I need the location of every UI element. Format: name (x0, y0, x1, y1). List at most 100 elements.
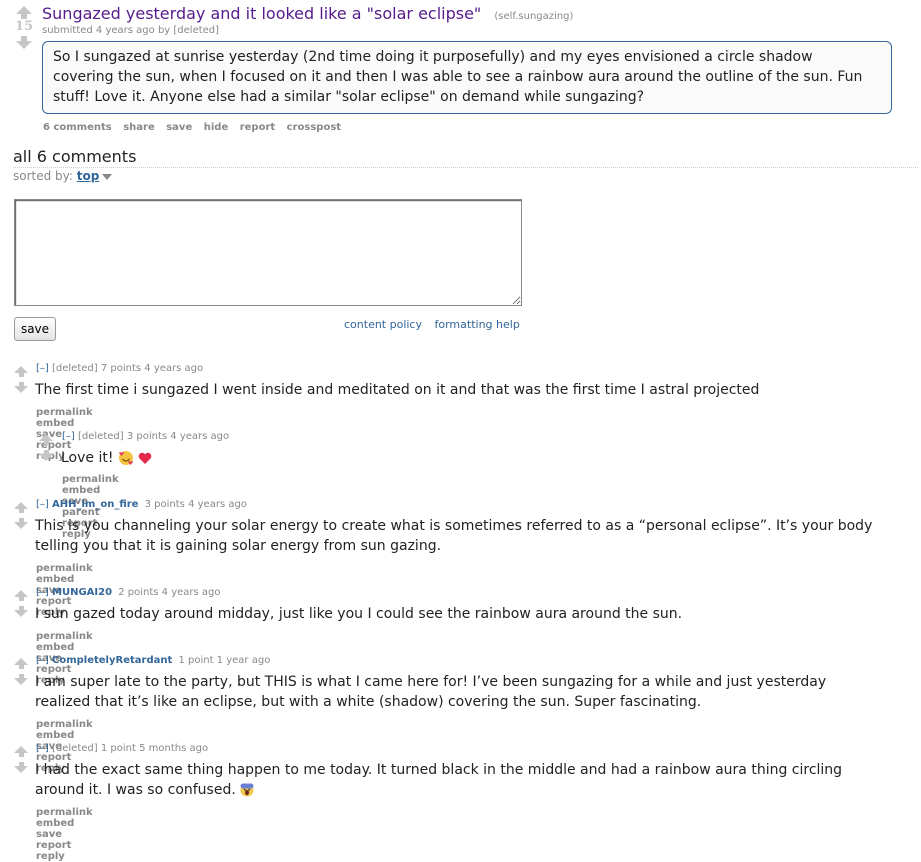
comment-vote (13, 658, 29, 685)
form-links: content policy formatting help (344, 318, 529, 331)
permalink-button[interactable]: permalink (36, 563, 93, 574)
upvote-arrow-icon[interactable] (13, 366, 29, 377)
downvote-arrow-icon[interactable] (13, 606, 29, 617)
comment-vote (13, 502, 29, 529)
embed-button[interactable]: embed (36, 574, 74, 585)
report-button[interactable]: report (240, 122, 275, 133)
embed-button[interactable]: embed (36, 818, 74, 829)
collapse-toggle[interactable]: [–] (62, 431, 75, 442)
red-heart-emoji (139, 452, 152, 464)
save-button[interactable]: save (36, 829, 62, 840)
comments-title: all 6 comments (13, 147, 137, 166)
collapse-toggle[interactable]: [–] (36, 743, 49, 754)
save-post-button[interactable]: save (166, 122, 192, 133)
permalink-button[interactable]: permalink (36, 807, 93, 818)
comment-tagline: [–] AHH_im_on_fire 3 points 4 years ago (36, 499, 247, 510)
comment-age: 4 years ago (188, 499, 247, 510)
hide-button[interactable]: hide (204, 122, 229, 133)
embed-button[interactable]: embed (36, 730, 74, 741)
embed-button[interactable]: embed (62, 485, 100, 496)
downvote-arrow-icon[interactable] (14, 36, 34, 49)
comment-author[interactable]: AHH_im_on_fire (52, 499, 138, 510)
sort-control: sorted by: top (13, 169, 113, 183)
crosspost-button[interactable]: crosspost (287, 122, 341, 133)
upvote-arrow-icon[interactable] (14, 6, 34, 19)
post-buttons: 6 comments share save hide report crossp… (43, 122, 349, 133)
downvote-arrow-icon[interactable] (13, 382, 29, 393)
permalink-button[interactable]: permalink (62, 474, 119, 485)
comment-vote (13, 746, 29, 773)
comment-age: 5 months ago (139, 743, 209, 754)
comments-link[interactable]: 6 comments (43, 122, 112, 133)
post-selftext: So I sungazed at sunrise yesterday (2nd … (42, 41, 892, 114)
comment-age: 1 year ago (216, 655, 271, 666)
embed-button[interactable]: embed (36, 642, 74, 653)
downvote-arrow-icon[interactable] (13, 674, 29, 685)
comment-author[interactable]: MUNGAI20 (52, 587, 112, 598)
comment-body: This is you channeling your solar energy… (35, 518, 873, 554)
post-vote: 15 (14, 6, 34, 49)
permalink-button[interactable]: permalink (36, 407, 93, 418)
post-score: 15 (14, 19, 34, 34)
post-tagline: submitted 4 years ago by [deleted] (42, 25, 220, 36)
comment-tagline: [–] [deleted] 3 points 4 years ago (62, 431, 229, 442)
upvote-arrow-icon[interactable] (13, 658, 29, 669)
comment-points: 2 points (118, 587, 159, 598)
share-button[interactable]: share (123, 122, 155, 133)
downvote-arrow-icon[interactable] (13, 762, 29, 773)
upvote-arrow-icon[interactable] (13, 746, 29, 757)
comment-points: 7 points (100, 363, 142, 374)
smiling-face-with-hearts-emoji (118, 451, 133, 465)
sort-dropdown[interactable]: top (77, 169, 100, 183)
divider (13, 167, 918, 168)
comment-vote (38, 434, 54, 461)
comment-author: [deleted] (52, 363, 98, 374)
comment-vote (13, 366, 29, 393)
comment-body: I sun gazed today around midday, just li… (35, 606, 683, 622)
caret-down-icon[interactable] (102, 173, 113, 180)
face-screaming-emoji (240, 783, 254, 797)
comment-age: 4 years ago (161, 587, 221, 598)
comment-tagline: [–] [deleted] 1 point 5 months ago (36, 743, 208, 754)
comment-buttons: permalink embed save report reply (36, 807, 101, 862)
comment-body: Love it! (61, 450, 114, 466)
comment-tagline: [–] MUNGAI20 2 points 4 years ago (36, 587, 221, 598)
comment-body-wrap: I had the exact same thing happen to me … (35, 760, 875, 800)
comment-textarea[interactable] (14, 199, 522, 306)
comment-points: 3 points (144, 499, 185, 510)
comment-points: 3 points (126, 431, 168, 442)
permalink-button[interactable]: permalink (36, 631, 93, 642)
collapse-toggle[interactable]: [–] (36, 587, 49, 598)
collapse-toggle[interactable]: [–] (36, 499, 49, 510)
post-domain[interactable]: (self.sungazing) (494, 11, 573, 22)
comment-body: I had the exact same thing happen to me … (35, 762, 843, 798)
comment-tagline: [–] [deleted] 7 points 4 years ago (36, 363, 203, 374)
collapse-toggle[interactable]: [–] (36, 363, 49, 374)
downvote-arrow-icon[interactable] (13, 518, 29, 529)
embed-button[interactable]: embed (36, 418, 74, 429)
comment-author: [deleted] (78, 431, 124, 442)
comment-body: I am super late to the party, but THIS i… (35, 674, 827, 710)
upvote-arrow-icon[interactable] (38, 434, 54, 445)
comment-age: 4 years ago (170, 431, 230, 442)
upvote-arrow-icon[interactable] (13, 502, 29, 513)
save-comment-button[interactable]: save (14, 317, 56, 341)
comment-points: 1 point (100, 743, 136, 754)
comment-body-wrap: Love it! (61, 448, 152, 468)
formatting-help-link[interactable]: formatting help (435, 318, 520, 331)
report-button[interactable]: report (36, 840, 71, 851)
comment-tagline: [–] CompletelyRetardant 1 point 1 year a… (36, 655, 270, 666)
comment-author: [deleted] (52, 743, 98, 754)
reply-button[interactable]: reply (36, 851, 65, 862)
comment-author[interactable]: CompletelyRetardant (52, 655, 172, 666)
permalink-button[interactable]: permalink (36, 719, 93, 730)
sorted-label: sorted by: (13, 169, 73, 183)
comment-points: 1 point (178, 655, 214, 666)
comment-age: 4 years ago (144, 363, 204, 374)
post-title[interactable]: Sungazed yesterday and it looked like a … (42, 4, 481, 23)
downvote-arrow-icon[interactable] (38, 450, 54, 461)
upvote-arrow-icon[interactable] (13, 590, 29, 601)
comment-vote (13, 590, 29, 617)
content-policy-link[interactable]: content policy (344, 318, 422, 331)
collapse-toggle[interactable]: [–] (36, 655, 49, 666)
